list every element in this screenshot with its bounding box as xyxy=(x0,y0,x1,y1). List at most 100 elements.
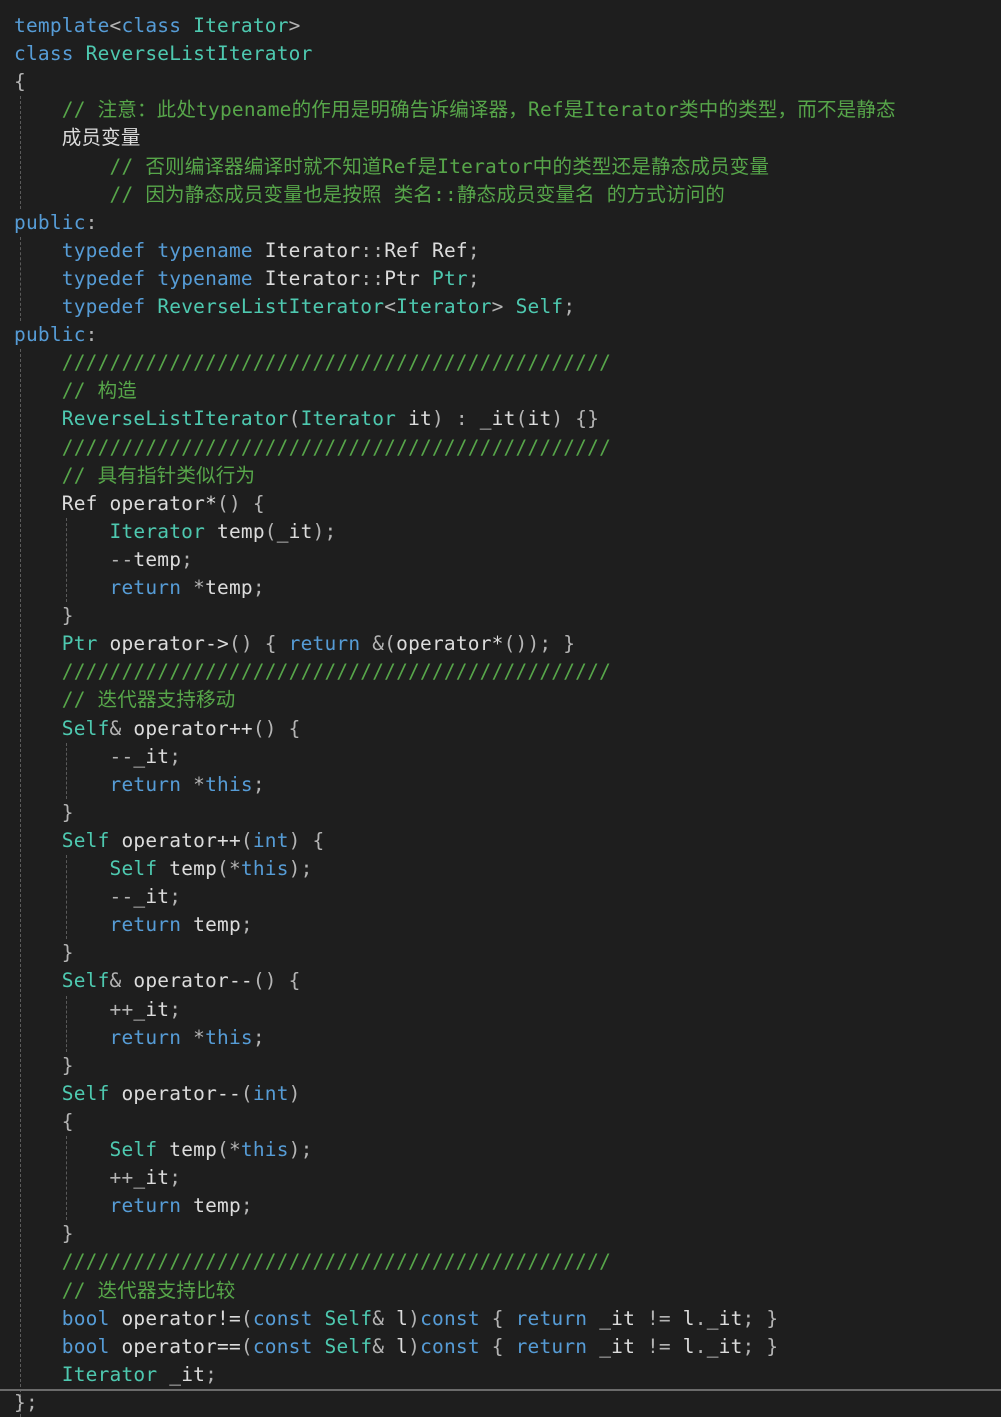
code-line[interactable]: } xyxy=(14,1220,74,1248)
code-line[interactable]: Self operator--(int) xyxy=(14,1080,301,1108)
code-line[interactable]: Self temp(*this); xyxy=(14,1136,313,1164)
code-line[interactable]: ////////////////////////////////////////… xyxy=(14,349,611,377)
code-line[interactable]: Ref operator*() { xyxy=(14,490,265,518)
code-token: return xyxy=(515,1334,588,1358)
code-line[interactable]: typedef ReverseListIterator<Iterator> Se… xyxy=(14,293,575,321)
code-line[interactable]: return temp; xyxy=(14,911,253,939)
code-line[interactable]: public: xyxy=(14,209,98,237)
code-line[interactable]: // 具有指针类似行为 xyxy=(14,462,255,490)
code-token: this xyxy=(240,857,289,880)
code-token: typename xyxy=(157,266,253,290)
code-token: ; xyxy=(169,997,182,1021)
code-token: ////////////////////////////////////////… xyxy=(61,351,612,375)
code-line[interactable]: return *this; xyxy=(14,771,265,799)
code-token: Iterator xyxy=(264,238,361,262)
code-token: l xyxy=(682,1334,695,1358)
code-line[interactable]: Self& operator--() { xyxy=(14,967,301,995)
code-token: class xyxy=(14,42,74,66)
code-editor[interactable]: template<class Iterator> class ReverseLis… xyxy=(0,0,1001,1417)
code-token: } xyxy=(14,1053,74,1077)
code-line[interactable]: template<class Iterator> xyxy=(14,12,301,40)
code-token: public xyxy=(14,323,86,347)
code-line[interactable]: ++_it; xyxy=(14,1164,181,1192)
code-token: } xyxy=(14,800,74,824)
code-line[interactable]: Self& operator++() { xyxy=(14,715,301,743)
code-line[interactable]: { xyxy=(14,68,26,96)
code-line[interactable]: // 否则编译器编译时就不知道Ref是Iterator中的类型还是静态成员变量 xyxy=(14,153,769,181)
code-token: != xyxy=(635,1334,683,1358)
code-line[interactable]: class ReverseListIterator xyxy=(14,40,313,68)
code-line[interactable]: ++_it; xyxy=(14,996,181,1024)
code-token: > xyxy=(491,295,516,318)
code-line[interactable]: } xyxy=(14,939,74,967)
code-token: // 否则编译器编译时就不知道Ref是Iterator中的类型还是静态成员变量 xyxy=(109,154,770,178)
code-line[interactable]: public: xyxy=(14,321,98,349)
code-token: operator-- xyxy=(133,969,253,993)
code-line[interactable]: // 迭代器支持比较 xyxy=(14,1277,236,1305)
code-line[interactable]: ////////////////////////////////////////… xyxy=(14,658,611,686)
code-token: Self xyxy=(61,969,110,993)
code-line[interactable]: Self temp(*this); xyxy=(14,855,313,883)
code-line[interactable]: 成员变量 xyxy=(14,124,141,152)
code-line[interactable]: // 迭代器支持移动 xyxy=(14,686,236,714)
code-token: & xyxy=(109,969,134,993)
code-token: _it xyxy=(479,407,516,431)
code-line[interactable]: ////////////////////////////////////////… xyxy=(14,434,611,462)
code-line[interactable]: bool operator!=(const Self& l)const { re… xyxy=(14,1305,778,1333)
code-line[interactable]: ////////////////////////////////////////… xyxy=(14,1248,611,1276)
code-line[interactable]: return *temp; xyxy=(14,574,265,602)
code-token: Iterator xyxy=(264,266,361,290)
code-token: ; xyxy=(240,913,253,937)
code-token: * xyxy=(181,576,206,599)
code-line[interactable]: --_it; xyxy=(14,883,181,911)
code-token: Iterator xyxy=(193,14,289,37)
code-token: ( xyxy=(240,828,253,852)
code-token: ; xyxy=(169,1166,182,1190)
code-line[interactable]: Iterator temp(_it); xyxy=(14,518,337,546)
code-line[interactable]: // 因为静态成员变量也是按照 类名::静态成员变量名 的方式访问的 xyxy=(14,181,725,209)
code-token: < xyxy=(109,14,122,37)
code-token: ; xyxy=(205,1362,218,1386)
code-token: _it xyxy=(169,1362,206,1386)
code-line[interactable]: return *this; xyxy=(14,1024,265,1052)
code-line[interactable]: Self operator++(int) { xyxy=(14,827,325,855)
code-line[interactable]: return temp; xyxy=(14,1192,253,1220)
code-line[interactable]: { xyxy=(14,1108,74,1136)
code-line[interactable]: } xyxy=(14,1052,74,1080)
code-line[interactable]: } xyxy=(14,799,74,827)
code-line[interactable]: // 注意：此处typename的作用是明确告诉编译器，Ref是Iterator… xyxy=(14,96,896,124)
code-token: typedef xyxy=(61,266,146,290)
code-token: } xyxy=(14,604,74,628)
code-token: ()); } xyxy=(503,632,576,656)
code-line[interactable]: Ptr operator->() { return &(operator*())… xyxy=(14,630,575,658)
code-line[interactable]: ReverseListIterator(Iterator it) : _it(i… xyxy=(14,405,599,433)
code-line[interactable]: // 构造 xyxy=(14,377,137,405)
code-line[interactable]: --_it; xyxy=(14,743,181,771)
code-token: operator== xyxy=(121,1334,241,1358)
code-token: < xyxy=(384,295,397,318)
code-line[interactable]: Iterator _it; xyxy=(14,1361,217,1389)
code-line[interactable]: bool operator==(const Self& l)const { re… xyxy=(14,1333,778,1361)
code-line[interactable]: typedef typename Iterator::Ref Ref; xyxy=(14,237,480,265)
code-token: // 迭代器支持比较 xyxy=(61,1278,236,1302)
code-token: typedef xyxy=(61,295,146,318)
code-token: > xyxy=(288,14,301,37)
code-token: _it xyxy=(706,1306,743,1330)
code-token: public xyxy=(14,210,86,234)
code-line[interactable]: } xyxy=(14,602,74,630)
code-line[interactable]: typedef typename Iterator::Ptr Ptr; xyxy=(14,265,480,293)
code-line[interactable]: --temp; xyxy=(14,546,193,574)
code-line[interactable]: }; xyxy=(14,1389,38,1417)
code-token: // 因为静态成员变量也是按照 类名::静态成员变量名 的方式访问的 xyxy=(109,182,726,206)
